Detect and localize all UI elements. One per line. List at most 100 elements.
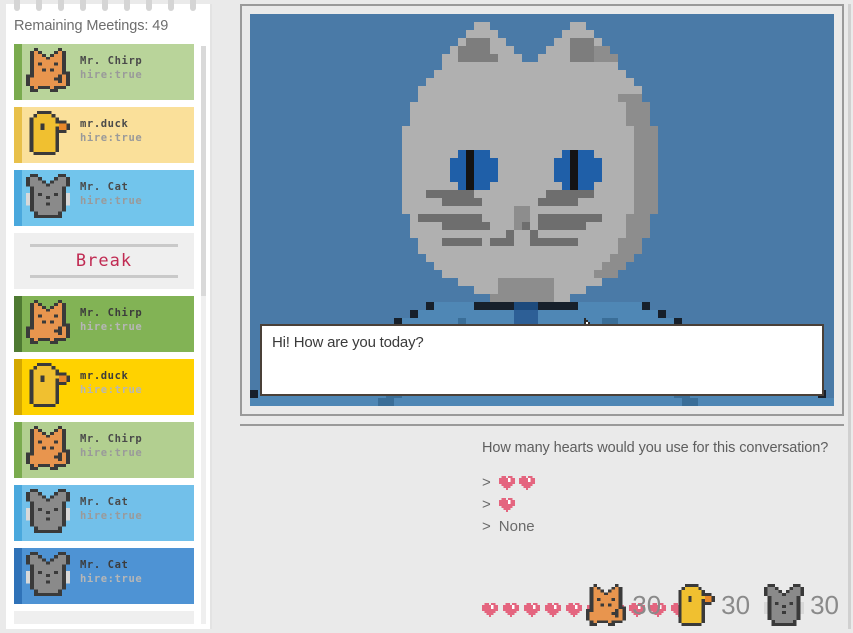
card-text: mr.duck hire:true <box>80 369 192 398</box>
card-text: Mr. Cat hire:true <box>80 558 192 587</box>
heart-icon <box>498 476 515 490</box>
option-caret-icon: > <box>482 474 491 491</box>
heart-icon <box>503 603 519 617</box>
notebook-ring <box>190 0 196 11</box>
notebook-rings <box>14 0 204 14</box>
break-label: Break <box>75 251 133 271</box>
resource-counter: 30 <box>764 584 839 626</box>
notebook-ring <box>36 0 42 11</box>
notebook-ring <box>102 0 108 11</box>
option-caret-icon: > <box>482 518 491 535</box>
notebook-panel: Remaining Meetings: 49 Mr. Chirp hire:tru… <box>6 0 212 629</box>
resource-counters: 30 30 30 <box>586 584 839 626</box>
notebook-ring <box>58 0 64 11</box>
card-accent-bar <box>14 548 22 604</box>
heart-icon <box>545 603 561 617</box>
option-caret-icon: > <box>482 496 491 513</box>
option-row[interactable]: > <box>482 472 828 494</box>
card-accent-bar <box>14 44 22 100</box>
counter-value: 30 <box>721 589 751 620</box>
meeting-card[interactable]: mr.duck hire:true <box>14 359 194 415</box>
sidebar-break-card[interactable]: Break <box>14 233 194 289</box>
option-hearts <box>498 476 535 490</box>
sidebar-scrollbar[interactable] <box>201 46 206 624</box>
card-accent-bar <box>14 296 22 352</box>
heart-icon <box>518 476 535 490</box>
mouse-avatar-icon <box>26 174 74 222</box>
card-hire-label: hire:true <box>80 132 143 144</box>
sidebar-break-card[interactable] <box>14 611 194 624</box>
meeting-card[interactable]: mr.duck hire:true <box>14 107 194 163</box>
card-accent-bar <box>14 170 22 226</box>
fox-icon <box>586 584 627 626</box>
card-text: Mr. Chirp hire:true <box>80 306 192 335</box>
meeting-card[interactable]: Mr. Chirp hire:true <box>14 422 194 478</box>
card-accent-bar <box>14 107 22 163</box>
heart-icon <box>482 603 498 617</box>
card-name-label: Mr. Cat <box>80 181 129 193</box>
resource-counter: 30 <box>586 584 661 626</box>
meeting-card[interactable]: Mr. Cat hire:true <box>14 170 194 226</box>
duck-avatar-icon <box>26 111 74 159</box>
heart-icon <box>524 603 540 617</box>
card-hire-label: hire:true <box>80 195 143 207</box>
stage-frame: Hi! How are you today? <box>240 4 844 416</box>
break-rule <box>30 244 178 247</box>
card-text: Mr. Chirp hire:true <box>80 432 192 461</box>
card-name-label: Mr. Cat <box>80 496 129 508</box>
panel-divider <box>240 424 844 426</box>
card-name-label: mr.duck <box>80 118 129 130</box>
mouse-icon <box>764 584 805 626</box>
card-hire-label: hire:true <box>80 384 143 396</box>
option-list[interactable]: > > > None <box>482 472 828 538</box>
resource-counter: 30 <box>675 584 750 626</box>
notebook-ring <box>168 0 174 11</box>
option-row[interactable]: > None <box>482 516 828 538</box>
card-accent-bar <box>14 359 22 415</box>
option-label: None <box>498 518 535 535</box>
prompt-block: How many hearts would you use for this c… <box>482 440 828 538</box>
meeting-card[interactable]: Mr. Cat hire:true <box>14 485 194 541</box>
card-hire-label: hire:true <box>80 510 143 522</box>
card-hire-label: hire:true <box>80 573 143 585</box>
game-window: Remaining Meetings: 49 Mr. Chirp hire:tru… <box>0 0 853 633</box>
card-text: mr.duck hire:true <box>80 117 192 146</box>
meeting-list[interactable]: Mr. Chirp hire:true mr.duck hire:true Mr. Ca… <box>14 44 202 624</box>
notebook-ring <box>14 0 20 11</box>
card-hire-label: hire:true <box>80 69 143 81</box>
character-stage: Hi! How are you today? <box>250 14 834 406</box>
card-name-label: Mr. Chirp <box>80 433 143 445</box>
notebook-ring <box>80 0 86 11</box>
mouse-avatar-icon <box>26 489 74 537</box>
card-accent-bar <box>14 422 22 478</box>
main-panel: Hi! How are you today? How many hearts w… <box>232 0 853 633</box>
fox-avatar-icon <box>26 300 74 348</box>
card-name-label: Mr. Chirp <box>80 307 143 319</box>
sidebar: Remaining Meetings: 49 Mr. Chirp hire:tru… <box>0 0 228 633</box>
mouse-avatar-icon <box>26 552 74 600</box>
card-name-label: Mr. Chirp <box>80 55 143 67</box>
duck-icon <box>675 584 716 626</box>
card-hire-label: hire:true <box>80 321 143 333</box>
option-row[interactable]: > <box>482 494 828 516</box>
panel-edge <box>848 4 851 629</box>
fox-avatar-icon <box>26 48 74 96</box>
meeting-card[interactable]: Mr. Chirp hire:true <box>14 296 194 352</box>
dialogue-box[interactable]: Hi! How are you today? <box>260 324 824 396</box>
remaining-meetings-label: Remaining Meetings: 49 <box>14 18 169 34</box>
meeting-card[interactable]: Mr. Cat hire:true <box>14 548 194 604</box>
counter-value: 30 <box>632 589 662 620</box>
card-text: Mr. Chirp hire:true <box>80 54 192 83</box>
sidebar-scrollbar-thumb[interactable] <box>201 46 206 296</box>
card-accent-bar <box>14 485 22 541</box>
meeting-card[interactable]: Mr. Chirp hire:true <box>14 44 194 100</box>
prompt-question: How many hearts would you use for this c… <box>482 440 829 456</box>
duck-avatar-icon <box>26 363 74 411</box>
option-hearts <box>498 498 515 512</box>
break-rule <box>30 275 178 278</box>
dialogue-text: Hi! How are you today? <box>272 334 424 351</box>
notebook-ring <box>124 0 130 11</box>
card-hire-label: hire:true <box>80 447 143 459</box>
heart-icon <box>566 603 582 617</box>
notebook-ring <box>146 0 152 11</box>
